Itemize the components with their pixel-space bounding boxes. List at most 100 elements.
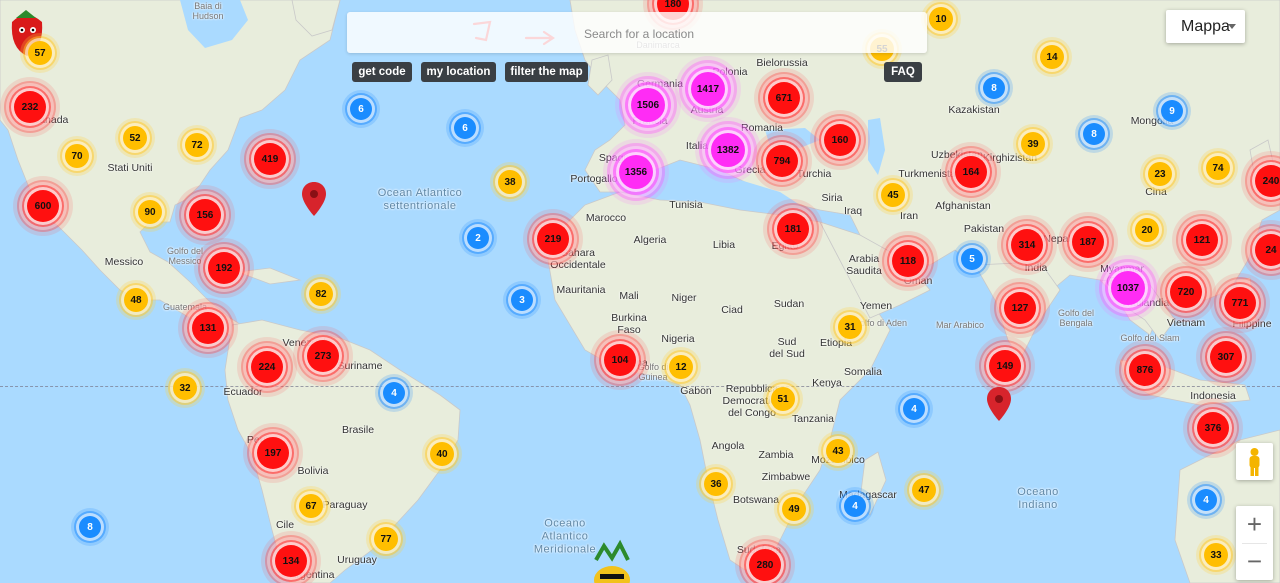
marker-cluster[interactable]: 181 [777,213,809,245]
marker-cluster[interactable]: 47 [912,478,936,502]
map-label-algeria: Algeria [633,234,667,246]
cluster-count: 70 [71,150,83,162]
marker-cluster[interactable]: 48 [124,288,148,312]
marker-cluster[interactable]: 90 [138,200,162,224]
cluster-count: 1037 [1116,282,1140,294]
filter-map-button[interactable]: filter the map [505,62,588,82]
marker-cluster[interactable]: 771 [1224,287,1256,319]
marker-cluster[interactable]: 31 [838,315,862,339]
marker-cluster[interactable]: 671 [768,82,800,114]
marker-cluster[interactable]: 74 [1206,156,1230,180]
marker-cluster[interactable]: 70 [65,144,89,168]
marker-cluster[interactable]: 67 [299,494,323,518]
marker-cluster[interactable]: 32 [173,376,197,400]
map-label-golfo-guinea: Golfo di Guinea [637,362,669,382]
map-type-dropdown[interactable]: Mappa [1166,10,1245,43]
marker-cluster[interactable]: 4 [844,495,866,517]
marker-cluster[interactable]: 160 [824,124,856,156]
marker-cluster[interactable]: 876 [1129,354,1161,386]
cluster-count: 8 [1091,128,1097,140]
map-label-cile: Cile [275,519,295,531]
marker-cluster[interactable]: 20 [1135,218,1159,242]
marker-cluster[interactable]: 51 [771,387,795,411]
marker-cluster[interactable]: 419 [254,143,286,175]
marker-cluster[interactable]: 2 [467,227,489,249]
marker-cluster[interactable]: 376 [1197,412,1229,444]
marker-cluster[interactable]: 4 [1195,489,1217,511]
marker-cluster[interactable]: 57 [28,41,52,65]
marker-cluster[interactable]: 1417 [691,72,725,106]
marker-cluster[interactable]: 232 [14,91,46,123]
marker-cluster[interactable]: 33 [1204,543,1228,567]
cluster-count: 4 [1203,494,1209,506]
marker-cluster[interactable]: 14 [1040,45,1064,69]
marker-cluster[interactable]: 121 [1186,224,1218,256]
marker-cluster[interactable]: 134 [275,545,307,577]
marker-cluster[interactable]: 1356 [619,155,653,189]
marker-cluster[interactable]: 131 [192,312,224,344]
marker-cluster[interactable]: 794 [766,145,798,177]
marker-cluster[interactable]: 52 [123,126,147,150]
marker-cluster[interactable]: 77 [374,527,398,551]
marker-cluster[interactable]: 12 [669,355,693,379]
marker-cluster[interactable]: 6 [454,117,476,139]
marker-cluster[interactable]: 1382 [711,133,745,167]
marker-cluster[interactable]: 149 [989,350,1021,382]
map-label-botswana: Botswana [732,494,780,506]
marker-cluster[interactable]: 45 [881,183,905,207]
marker-cluster[interactable]: 1506 [631,88,665,122]
marker-cluster[interactable]: 197 [257,437,289,469]
marker-cluster[interactable]: 24 [1255,234,1280,266]
map-pin-icon[interactable] [302,182,326,216]
map-label-sudan: Sudan [773,298,805,310]
marker-cluster[interactable]: 8 [983,77,1005,99]
marker-cluster[interactable]: 600 [27,190,59,222]
marker-cluster[interactable]: 8 [1083,123,1105,145]
marker-cluster[interactable]: 3 [511,289,533,311]
cluster-count: 156 [196,209,214,221]
marker-cluster[interactable]: 118 [892,245,924,277]
marker-cluster[interactable]: 9 [1161,100,1183,122]
marker-cluster[interactable]: 49 [782,497,806,521]
faq-button[interactable]: FAQ [884,62,922,82]
marker-cluster[interactable]: 4 [903,398,925,420]
marker-cluster[interactable]: 164 [955,156,987,188]
zoom-in-button[interactable]: + [1236,506,1273,543]
marker-cluster[interactable]: 280 [749,549,781,581]
marker-cluster[interactable]: 8 [79,516,101,538]
marker-cluster[interactable]: 307 [1210,341,1242,373]
marker-cluster[interactable]: 192 [208,252,240,284]
get-code-button[interactable]: get code [352,62,412,82]
marker-cluster[interactable]: 36 [704,472,728,496]
search-input[interactable] [347,12,931,55]
my-location-button[interactable]: my location [421,62,496,82]
marker-cluster[interactable]: 104 [604,344,636,376]
marker-cluster[interactable]: 219 [537,223,569,255]
marker-cluster[interactable]: 5 [961,248,983,270]
marker-cluster[interactable]: 43 [826,439,850,463]
marker-cluster[interactable]: 720 [1170,276,1202,308]
marker-cluster[interactable]: 156 [189,199,221,231]
marker-cluster[interactable]: 314 [1011,229,1043,261]
marker-cluster[interactable]: 6 [350,98,372,120]
zoom-out-button[interactable]: − [1236,543,1273,580]
marker-cluster[interactable]: 273 [307,340,339,372]
marker-cluster[interactable]: 4 [383,382,405,404]
street-view-pegman-button[interactable] [1236,443,1273,480]
marker-cluster[interactable]: 39 [1021,132,1045,156]
marker-cluster[interactable]: 127 [1004,292,1036,324]
marker-cluster[interactable]: 40 [430,442,454,466]
map-pin-icon[interactable] [987,387,1011,421]
marker-cluster[interactable]: 38 [498,170,522,194]
marker-cluster[interactable]: 72 [185,133,209,157]
map-label-bolivia: Bolivia [297,465,329,477]
marker-cluster[interactable]: 187 [1072,226,1104,258]
marker-cluster[interactable]: 1037 [1111,271,1145,305]
marker-cluster[interactable]: 224 [251,351,283,383]
marker-cluster[interactable]: 82 [309,282,333,306]
marker-cluster[interactable]: 23 [1148,162,1172,186]
cluster-count: 164 [962,166,980,178]
marker-cluster[interactable]: 240 [1255,165,1280,197]
marker-cluster[interactable]: 10 [929,7,953,31]
map-label-turchia: Turchia [796,168,832,180]
